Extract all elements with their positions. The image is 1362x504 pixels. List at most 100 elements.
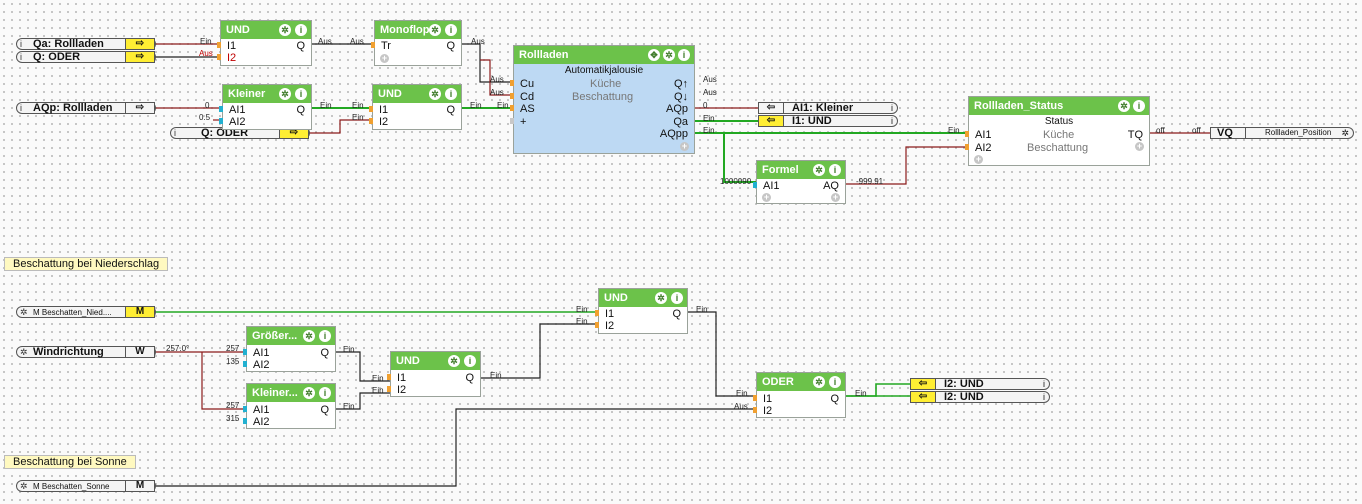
block-und-4[interactable]: UND ✲ i I1 I2 Q — [387, 351, 481, 397]
wire-label: 135 — [226, 357, 240, 366]
block-und-3[interactable]: UND ✲ i I1 I2 Q — [595, 288, 688, 334]
info-icon[interactable]: i — [829, 164, 841, 176]
gear-icon[interactable]: ✲ — [813, 164, 825, 176]
input-pin[interactable] — [243, 349, 247, 355]
gear-icon[interactable]: ✲ — [303, 387, 315, 399]
info-icon[interactable]: i — [678, 49, 690, 61]
info-icon[interactable]: i — [464, 355, 476, 367]
input-pin[interactable] — [369, 118, 373, 124]
input-pin[interactable] — [753, 182, 757, 188]
connector-m-beschatten-sonne[interactable]: ✲ M Beschatten_Sonne M — [16, 480, 156, 492]
gear-icon[interactable]: ✲ — [1341, 128, 1349, 138]
block-kleiner-1[interactable]: Kleiner ✲ i AI1 AI2 Q — [219, 84, 312, 130]
info-icon[interactable]: i — [1043, 379, 1045, 389]
gear-icon[interactable]: ✲ — [20, 347, 28, 357]
input-pin[interactable] — [217, 54, 221, 60]
gear-icon[interactable]: ✲ — [20, 481, 28, 491]
input-pin[interactable] — [369, 106, 373, 112]
info-icon[interactable]: i — [319, 330, 331, 342]
gear-icon[interactable]: ✲ — [279, 24, 291, 36]
connector-i1-und[interactable]: ⇦ I1: UND i — [758, 115, 898, 127]
connector-vq-rollladen-position[interactable]: VQ Rollladen_Position ✲ — [1210, 127, 1354, 139]
block-und-2[interactable]: UND ✲ i I1 I2 Q — [369, 84, 462, 130]
connector-m-beschatten-nied[interactable]: ✲ M Beschatten_Nied.... M — [16, 306, 156, 318]
connector-ai1-kleiner[interactable]: ⇦ AI1: Kleiner i — [758, 102, 898, 114]
input-pin[interactable] — [243, 361, 247, 367]
output-label: Q — [320, 347, 329, 359]
gear-icon[interactable]: ✲ — [429, 88, 441, 100]
input-pin[interactable] — [510, 80, 514, 86]
gear-icon[interactable]: ✲ — [279, 88, 291, 100]
info-icon[interactable]: i — [319, 387, 331, 399]
info-icon[interactable]: i — [295, 24, 307, 36]
gear-icon[interactable]: ✲ — [1118, 100, 1130, 112]
gear-icon[interactable]: ✲ — [663, 49, 675, 61]
input-label: Tr — [381, 40, 391, 52]
input-pin[interactable] — [387, 386, 391, 392]
input-pin[interactable] — [965, 131, 969, 137]
connector-qa-rollladen[interactable]: i Qa: Rollladen ⇨ — [16, 38, 156, 50]
info-icon[interactable]: i — [1043, 392, 1045, 402]
input-pin[interactable] — [217, 42, 221, 48]
input-pin[interactable] — [219, 118, 223, 124]
input-pin[interactable] — [595, 322, 599, 328]
input-pin[interactable] — [965, 144, 969, 150]
input-pin[interactable] — [753, 395, 757, 401]
add-input-icon[interactable]: + — [380, 54, 389, 63]
block-kleiner-2[interactable]: Kleiner... ✲ i AI1 AI2 Q — [243, 383, 336, 429]
gear-icon[interactable]: ✲ — [655, 292, 667, 304]
input-pin[interactable] — [387, 374, 391, 380]
connector-windrichtung[interactable]: ✲ Windrichtung W — [16, 346, 156, 358]
input-pin[interactable] — [243, 406, 247, 412]
block-rollladen-status[interactable]: Rollladen_Status ✲ i Status Küche Beschatt… — [965, 96, 1150, 166]
connector-q-oder[interactable]: i Q: ODER ⇨ — [16, 51, 156, 63]
add-output-icon[interactable]: + — [680, 142, 689, 151]
info-icon[interactable]: i — [174, 128, 176, 138]
divider — [1245, 127, 1246, 139]
input-pin[interactable] — [510, 93, 514, 99]
input-pin[interactable] — [219, 106, 223, 112]
connector-label: Windrichtung — [33, 346, 104, 358]
block-oder[interactable]: ODER ✲ i I1 I2 Q — [753, 372, 846, 418]
block-und-1[interactable]: UND ✲ i I1 I2 Q — [217, 20, 312, 66]
block-groesser[interactable]: Größer... ✲ i AI1 AI2 Q — [243, 326, 336, 372]
input-pin[interactable] — [753, 407, 757, 413]
add-output-icon[interactable]: + — [1135, 142, 1144, 151]
info-icon[interactable]: i — [20, 39, 22, 49]
connector-i2-und-1[interactable]: ⇦ I2: UND i — [910, 378, 1050, 390]
info-icon[interactable]: i — [891, 116, 893, 126]
input-pin[interactable] — [243, 418, 247, 424]
comment-beschattung-niederschlag[interactable]: Beschattung bei Niederschlag — [4, 257, 169, 271]
gear-icon[interactable]: ✲ — [448, 355, 460, 367]
input-pin[interactable] — [595, 310, 599, 316]
output-label: AQpp — [659, 128, 688, 140]
connector-i2-und-2[interactable]: ⇦ I2: UND i — [910, 391, 1050, 403]
move-icon[interactable]: ✥ — [648, 49, 660, 61]
input-pin[interactable] — [510, 118, 514, 124]
info-icon[interactable]: i — [20, 52, 22, 62]
info-icon[interactable]: i — [829, 376, 841, 388]
connector-out-icon: ⇨ — [125, 38, 155, 50]
add-output-icon[interactable]: + — [831, 193, 840, 202]
gear-icon[interactable]: ✲ — [813, 376, 825, 388]
info-icon[interactable]: i — [445, 88, 457, 100]
info-icon[interactable]: i — [1133, 100, 1145, 112]
input-pin[interactable] — [371, 42, 375, 48]
block-monoflop[interactable]: Monoflop ✲ i Tr Q + — [371, 20, 462, 66]
info-icon[interactable]: i — [891, 103, 893, 113]
gear-icon[interactable]: ✲ — [429, 24, 441, 36]
add-input-icon[interactable]: + — [974, 155, 983, 164]
connector-type-box: W — [125, 346, 155, 358]
info-icon[interactable]: i — [445, 24, 457, 36]
gear-icon[interactable]: ✲ — [303, 330, 315, 342]
block-formel[interactable]: Formel ✲ i AI1 AQ + + — [753, 160, 846, 204]
input-pin[interactable] — [510, 105, 514, 111]
block-rollladen[interactable]: Rollladen ✥ ✲ i Automatikjalousie Küche Bes… — [510, 45, 695, 154]
info-icon[interactable]: i — [671, 292, 683, 304]
gear-icon[interactable]: ✲ — [20, 307, 28, 317]
info-icon[interactable]: i — [20, 103, 22, 113]
connector-aqp-rollladen[interactable]: i AQp: Rollladen ⇨ — [16, 102, 156, 114]
info-icon[interactable]: i — [295, 88, 307, 100]
comment-beschattung-sonne[interactable]: Beschattung bei Sonne — [4, 455, 136, 469]
add-input-icon[interactable]: + — [762, 193, 771, 202]
